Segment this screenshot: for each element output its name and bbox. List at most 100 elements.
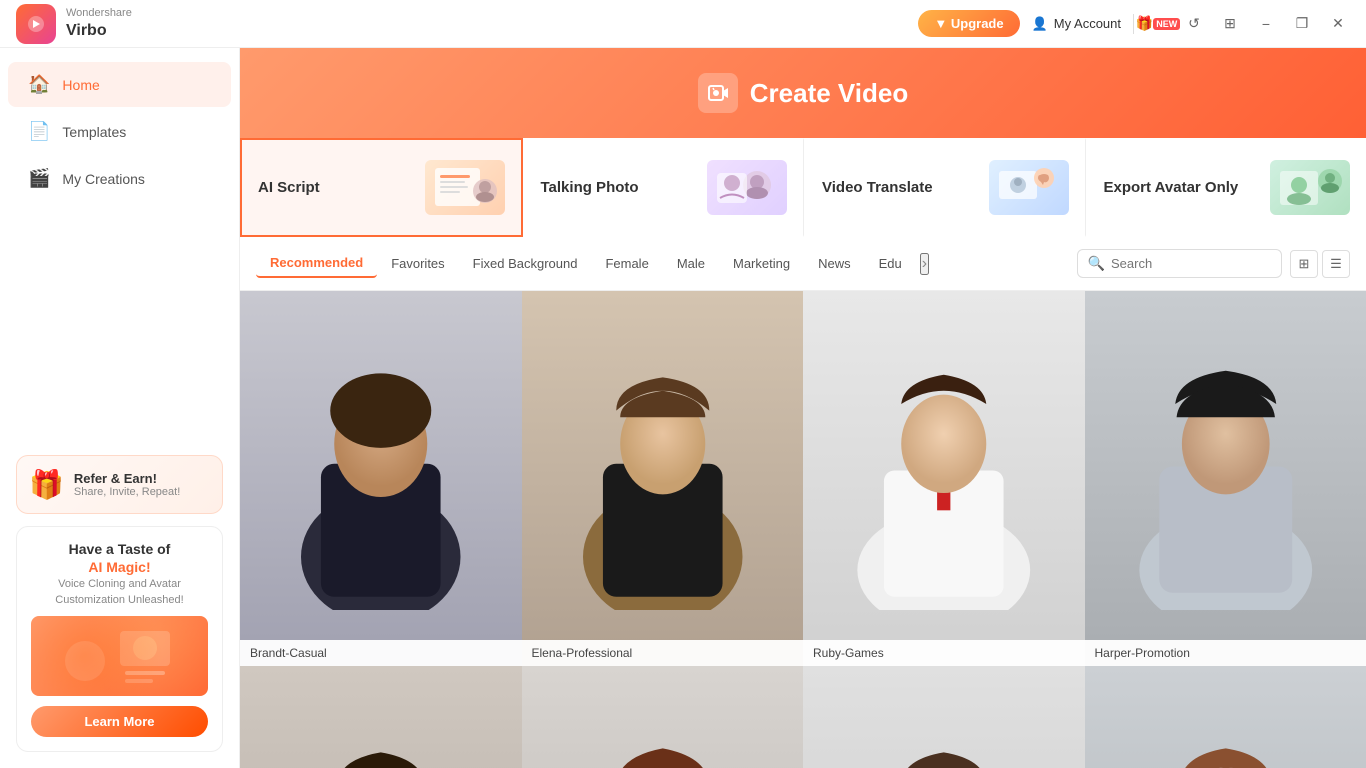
video-translate-label: Video Translate xyxy=(822,179,933,196)
sidebar-item-home[interactable]: 🏠 Home xyxy=(8,62,231,107)
avatar-figure-elena xyxy=(522,291,804,610)
create-video-icon xyxy=(698,73,738,113)
minimize-button[interactable]: − xyxy=(1254,12,1278,36)
titlebar-right: ▼ Upgrade 👤 My Account 🎁 NEW ↺ ⊞ − ❐ xyxy=(918,10,1350,37)
filter-tab-male[interactable]: Male xyxy=(663,250,719,277)
templates-icon: 📄 xyxy=(28,121,50,142)
talking-photo-thumb xyxy=(707,160,787,215)
logo-brand: Wondershare xyxy=(66,7,132,20)
main-layout: 🏠 Home 📄 Templates 🎬 My Creations 🎁 Refe… xyxy=(0,48,1366,768)
visual-overlay xyxy=(31,616,208,696)
creations-icon: 🎬 xyxy=(28,168,50,189)
avatar-figure-8 xyxy=(1085,666,1366,768)
refer-subtitle: Share, Invite, Repeat! xyxy=(74,486,180,498)
new-badge: NEW xyxy=(1153,18,1180,30)
learn-more-button[interactable]: Learn More xyxy=(31,706,208,737)
avatar-label-brandt: Brandt-Casual xyxy=(240,640,522,666)
home-icon: 🏠 xyxy=(28,74,50,95)
grid-icon: ⊞ xyxy=(1224,15,1236,32)
feature-card-video-translate[interactable]: Video Translate xyxy=(804,138,1086,237)
refer-icon: 🎁 xyxy=(29,468,64,501)
gift-icon: 🎁 xyxy=(1136,15,1153,32)
avatar-figure-6 xyxy=(522,666,804,768)
filter-tab-marketing[interactable]: Marketing xyxy=(719,250,804,277)
filter-tab-edu[interactable]: Edu xyxy=(865,250,916,277)
feature-card-talking-photo[interactable]: Talking Photo xyxy=(523,138,805,237)
restore-icon: ❐ xyxy=(1296,15,1309,32)
history-icon-button[interactable]: ↺ xyxy=(1182,12,1206,36)
feature-card-ai-script[interactable]: AI Script xyxy=(240,138,523,237)
refer-earn-card[interactable]: 🎁 Refer & Earn! Share, Invite, Repeat! xyxy=(16,455,223,514)
my-account-button[interactable]: 👤 My Account xyxy=(1032,16,1121,32)
create-video-inner: Create Video xyxy=(698,73,908,113)
refer-text: Refer & Earn! Share, Invite, Repeat! xyxy=(74,471,180,498)
grid-view-icon: ⊞ xyxy=(1299,256,1310,272)
sidebar-bottom: 🎁 Refer & Earn! Share, Invite, Repeat! H… xyxy=(0,439,239,768)
sidebar-item-templates-label: Templates xyxy=(62,124,126,140)
account-icon: 👤 xyxy=(1032,16,1048,32)
logo-text: Wondershare Virbo xyxy=(66,7,132,39)
history-icon: ↺ xyxy=(1188,15,1200,32)
logo-area: Wondershare Virbo xyxy=(16,4,132,44)
avatar-figure-7 xyxy=(803,666,1085,768)
avatar-label-harper: Harper-Promotion xyxy=(1085,640,1366,666)
content-area: Create Video AI Script xyxy=(240,48,1366,768)
refer-title: Refer & Earn! xyxy=(74,471,180,486)
talking-photo-label: Talking Photo xyxy=(541,179,639,196)
sidebar-item-home-label: Home xyxy=(62,77,99,93)
logo-name: Virbo xyxy=(66,21,132,40)
create-video-banner[interactable]: Create Video xyxy=(240,48,1366,138)
avatar-cell-ruby[interactable]: Ruby-Games xyxy=(803,291,1085,666)
filter-tab-news[interactable]: News xyxy=(804,250,865,277)
my-account-label: My Account xyxy=(1054,16,1121,31)
feature-cards-row: AI Script Talking Photo xyxy=(240,138,1366,237)
sidebar-nav: 🏠 Home 📄 Templates 🎬 My Creations xyxy=(0,48,239,215)
avatar-figure-harper xyxy=(1085,291,1366,610)
avatar-cell-6[interactable] xyxy=(522,666,804,768)
avatar-cell-harper[interactable]: Harper-Promotion xyxy=(1085,291,1366,666)
app-logo-icon xyxy=(16,4,56,44)
magic-card-highlight: AI Magic! xyxy=(31,559,208,575)
avatar-grid: Brandt-Casual xyxy=(240,291,1366,768)
ai-magic-card: Have a Taste of AI Magic! Voice Cloning … xyxy=(16,526,223,752)
sidebar-item-templates[interactable]: 📄 Templates xyxy=(8,109,231,154)
view-list-button[interactable]: ☰ xyxy=(1322,250,1350,278)
restore-button[interactable]: ❐ xyxy=(1290,12,1314,36)
list-view-icon: ☰ xyxy=(1330,256,1342,272)
video-translate-thumb xyxy=(989,160,1069,215)
avatar-cell-8[interactable] xyxy=(1085,666,1366,768)
search-box: 🔍 xyxy=(1077,249,1282,278)
search-input[interactable] xyxy=(1111,256,1271,271)
magic-card-sub: Voice Cloning and Avatar Customization U… xyxy=(31,577,208,608)
close-button[interactable]: ✕ xyxy=(1326,12,1350,36)
filter-tab-recommended[interactable]: Recommended xyxy=(256,249,377,278)
minimize-icon: − xyxy=(1262,16,1270,32)
avatar-figure-ruby xyxy=(803,291,1085,610)
feature-card-export-avatar[interactable]: Export Avatar Only xyxy=(1086,138,1366,237)
gift-icon-button[interactable]: 🎁 NEW xyxy=(1146,12,1170,36)
export-avatar-label: Export Avatar Only xyxy=(1104,179,1239,196)
filter-tab-female[interactable]: Female xyxy=(591,250,662,277)
avatar-cell-brandt[interactable]: Brandt-Casual xyxy=(240,291,522,666)
filter-tab-favorites[interactable]: Favorites xyxy=(377,250,458,277)
upgrade-button[interactable]: ▼ Upgrade xyxy=(918,10,1019,37)
filter-more-button[interactable]: › xyxy=(920,253,929,275)
sidebar-item-creations-label: My Creations xyxy=(62,171,144,187)
avatar-cell-elena[interactable]: Elena-Professional xyxy=(522,291,804,666)
titlebar: Wondershare Virbo ▼ Upgrade 👤 My Account… xyxy=(0,0,1366,48)
avatar-cell-5[interactable] xyxy=(240,666,522,768)
magic-card-visual xyxy=(31,616,208,696)
filter-tab-fixed-bg[interactable]: Fixed Background xyxy=(459,250,592,277)
avatar-label-elena: Elena-Professional xyxy=(522,640,804,666)
ai-script-label: AI Script xyxy=(258,179,320,196)
sidebar: 🏠 Home 📄 Templates 🎬 My Creations 🎁 Refe… xyxy=(0,48,240,768)
create-video-label: Create Video xyxy=(750,78,908,109)
filter-bar: Recommended Favorites Fixed Background F… xyxy=(240,237,1366,291)
avatar-figure-5 xyxy=(240,666,522,768)
avatar-label-ruby: Ruby-Games xyxy=(803,640,1085,666)
grid-icon-button[interactable]: ⊞ xyxy=(1218,12,1242,36)
ai-script-thumb xyxy=(425,160,505,215)
avatar-cell-7[interactable] xyxy=(803,666,1085,768)
view-grid-button[interactable]: ⊞ xyxy=(1290,250,1318,278)
sidebar-item-my-creations[interactable]: 🎬 My Creations xyxy=(8,156,231,201)
